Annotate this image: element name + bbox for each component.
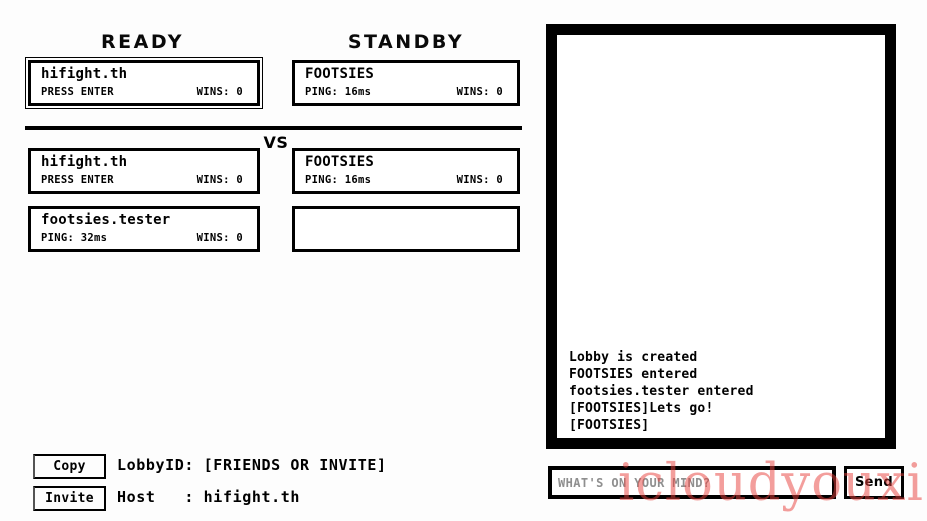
send-button[interactable]: Send — [844, 466, 904, 499]
lobby-info: Copy LobbyID: [FRIENDS OR INVITE] Invite… — [0, 452, 540, 518]
player-slot-ready-0[interactable]: hifight.th PRESS ENTER WINS: 0 — [25, 57, 263, 109]
host-label: Host : hifight.th — [117, 488, 300, 506]
lobby-panel: READY STANDBY hifight.th PRESS ENTER WIN… — [0, 0, 540, 521]
player-slot-ready-2[interactable]: footsies.tester PING: 32ms WINS: 0 — [28, 206, 260, 252]
invite-button[interactable]: Invite — [33, 486, 106, 511]
player-slot-standby-0[interactable]: FOOTSIES PING: 16ms WINS: 0 — [292, 60, 520, 106]
player-name: FOOTSIES — [305, 66, 375, 82]
host-row: Invite Host : hifight.th — [0, 484, 540, 515]
player-name: hifight.th — [41, 154, 128, 170]
player-name: footsies.tester — [41, 212, 171, 228]
player-wins: WINS: 0 — [196, 86, 243, 98]
player-list-row: footsies.tester PING: 32ms WINS: 0 — [0, 206, 540, 254]
player-slot-ready-1[interactable]: hifight.th PRESS ENTER WINS: 0 — [28, 148, 260, 194]
player-list-row: hifight.th PRESS ENTER WINS: 0 FOOTSIES … — [0, 148, 540, 196]
chat-input[interactable] — [548, 466, 836, 499]
chat-line: footsies.tester entered — [569, 384, 754, 399]
matchup-row: hifight.th PRESS ENTER WINS: 0 VS FOOTSI… — [0, 57, 540, 152]
column-header-ready: READY — [101, 31, 184, 53]
player-wins: WINS: 0 — [196, 174, 243, 186]
player-ping: PING: 16ms — [305, 174, 372, 186]
chat-panel: Lobby is created FOOTSIES entered footsi… — [546, 24, 896, 449]
chat-input-bar: Send — [548, 466, 904, 499]
chat-line: [FOOTSIES] — [569, 418, 650, 433]
chat-line: Lobby is created — [569, 350, 698, 365]
column-headers: READY STANDBY — [0, 31, 540, 57]
player-status: PRESS ENTER — [41, 86, 114, 98]
player-name: FOOTSIES — [305, 154, 375, 170]
player-wins: WINS: 0 — [456, 86, 503, 98]
player-slot-standby-2-empty[interactable] — [292, 206, 520, 252]
chat-log: Lobby is created FOOTSIES entered footsi… — [557, 349, 885, 434]
player-status: PRESS ENTER — [41, 174, 114, 186]
player-ping: PING: 32ms — [41, 232, 108, 244]
section-divider — [25, 126, 522, 130]
player-ping: PING: 16ms — [305, 86, 372, 98]
copy-button[interactable]: Copy — [33, 454, 106, 479]
player-name: hifight.th — [41, 66, 128, 82]
player-wins: WINS: 0 — [456, 174, 503, 186]
chat-line: FOOTSIES entered — [569, 367, 698, 382]
column-header-standby: STANDBY — [347, 31, 465, 53]
chat-line: [FOOTSIES]Lets go! — [569, 401, 714, 416]
player-wins: WINS: 0 — [196, 232, 243, 244]
player-slot-standby-1[interactable]: FOOTSIES PING: 16ms WINS: 0 — [292, 148, 520, 194]
lobby-id-row: Copy LobbyID: [FRIENDS OR INVITE] — [0, 452, 540, 483]
lobby-id-label: LobbyID: [FRIENDS OR INVITE] — [117, 456, 387, 474]
